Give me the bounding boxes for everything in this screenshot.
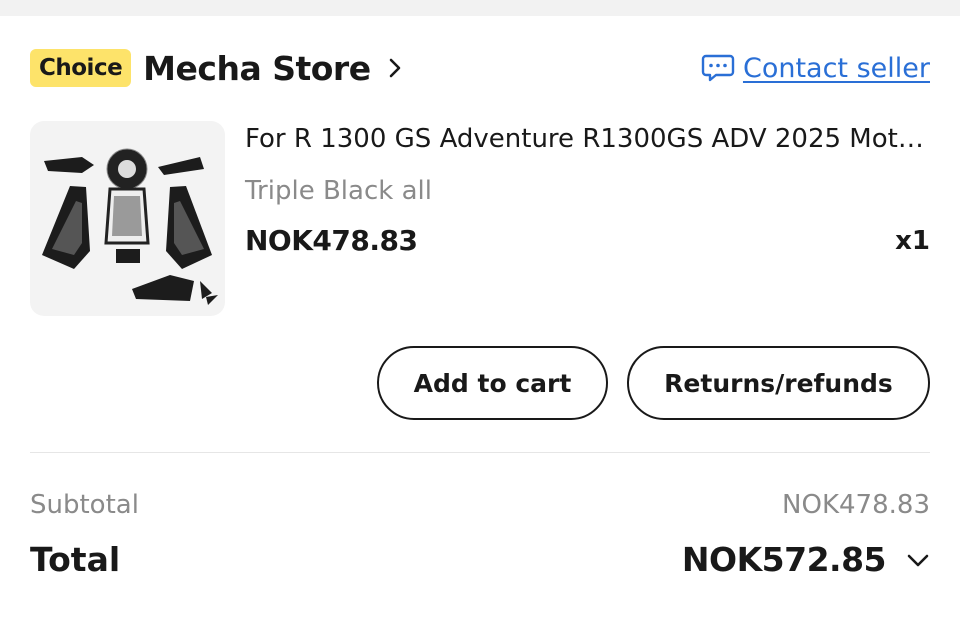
chat-icon (701, 54, 735, 82)
motorcycle-decal-kit-image (42, 148, 218, 305)
product-image[interactable] (30, 121, 225, 316)
contact-seller-label: Contact seller (742, 52, 930, 84)
total-label: Total (30, 540, 121, 579)
store-header: Choice Mecha Store Contact seller (30, 48, 930, 88)
returns-refunds-button[interactable]: Returns/refunds (627, 346, 930, 420)
choice-badge: Choice (30, 49, 132, 87)
product-quantity: x1 (895, 226, 930, 256)
total-expand-toggle[interactable]: NOK572.85 (682, 540, 930, 579)
total-value: NOK572.85 (681, 540, 887, 579)
subtotal-value: NOK478.83 (782, 490, 930, 520)
store-name-link[interactable]: Mecha Store (143, 49, 371, 88)
chevron-right-icon[interactable] (385, 58, 405, 78)
order-card: Choice Mecha Store Contact seller For R … (0, 16, 960, 621)
chevron-down-icon (907, 554, 929, 566)
product-title[interactable]: For R 1300 GS Adventure R1300GS ADV 2025… (245, 124, 935, 154)
contact-seller-link[interactable]: Contact seller (701, 53, 930, 84)
divider (30, 452, 930, 453)
product-variant: Triple Black all (245, 176, 432, 206)
subtotal-label: Subtotal (30, 490, 139, 520)
add-to-cart-button[interactable]: Add to cart (377, 346, 608, 420)
product-price: NOK478.83 (245, 224, 418, 257)
